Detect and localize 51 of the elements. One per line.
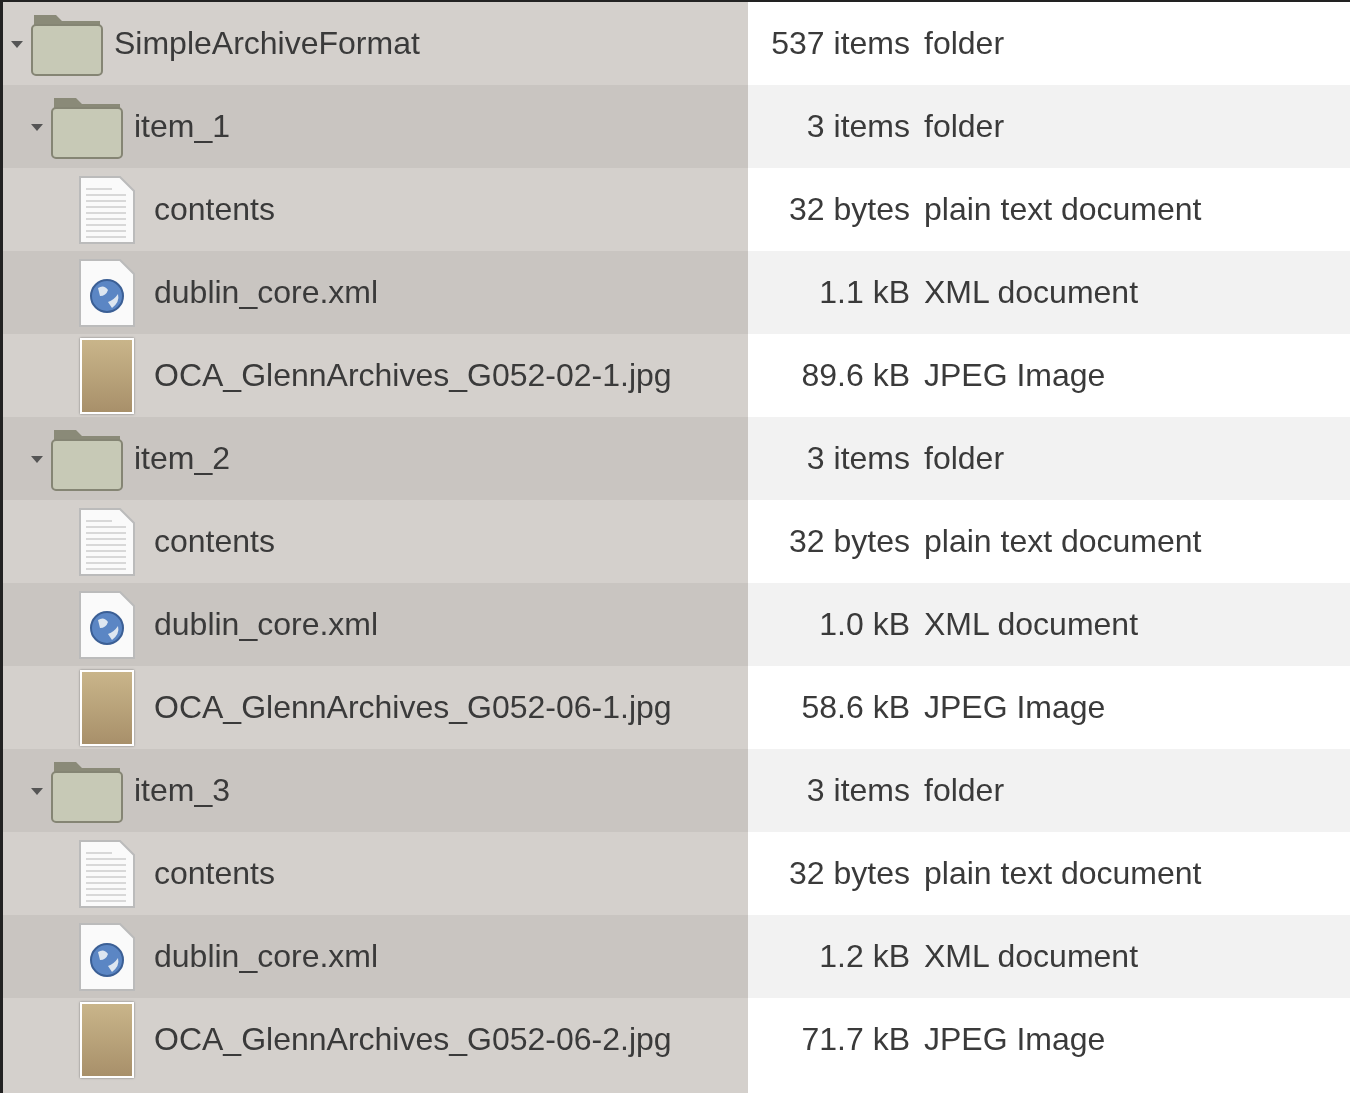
file-name: contents xyxy=(154,855,275,892)
document-icon xyxy=(77,838,136,909)
file-type: plain text document xyxy=(924,855,1203,892)
file-type: JPEG Image xyxy=(924,357,1107,394)
file-type: folder xyxy=(924,772,1006,809)
globe-document-icon xyxy=(77,589,136,660)
document-icon xyxy=(77,506,136,577)
file-name: OCA_GlennArchives_G052-06-1.jpg xyxy=(154,689,672,726)
file-type: JPEG Image xyxy=(924,1021,1107,1058)
file-row[interactable]: dublin_core.xml 1.0 kB XML document xyxy=(3,583,1350,666)
file-size: 32 bytes xyxy=(789,191,910,228)
file-row[interactable]: item_2 3 items folder xyxy=(3,417,1350,500)
file-name: item_1 xyxy=(134,108,231,145)
file-size: 537 items xyxy=(771,25,910,62)
file-size: 32 bytes xyxy=(789,855,910,892)
file-size: 1.0 kB xyxy=(819,606,910,643)
file-name: item_2 xyxy=(134,440,231,477)
file-name: contents xyxy=(154,523,275,560)
file-size: 71.7 kB xyxy=(801,1021,910,1058)
file-size: 1.2 kB xyxy=(819,938,910,975)
file-name: item_3 xyxy=(134,772,231,809)
document-icon xyxy=(77,174,136,245)
file-type: plain text document xyxy=(924,191,1203,228)
globe-document-icon xyxy=(77,257,136,328)
file-size: 3 items xyxy=(806,108,910,145)
file-type: folder xyxy=(924,440,1006,477)
file-size: 58.6 kB xyxy=(801,689,910,726)
file-name: SimpleArchiveFormat xyxy=(114,25,420,62)
file-name: OCA_GlennArchives_G052-06-2.jpg xyxy=(154,1021,672,1058)
file-size: 3 items xyxy=(806,772,910,809)
file-name: dublin_core.xml xyxy=(154,274,379,311)
file-name: contents xyxy=(154,191,275,228)
file-name: dublin_core.xml xyxy=(154,938,379,975)
file-name: OCA_GlennArchives_G052-02-1.jpg xyxy=(154,357,672,394)
file-size: 3 items xyxy=(806,440,910,477)
file-type: XML document xyxy=(924,274,1140,311)
file-type: plain text document xyxy=(924,523,1203,560)
file-type: JPEG Image xyxy=(924,689,1107,726)
file-name: dublin_core.xml xyxy=(154,606,379,643)
file-type: XML document xyxy=(924,606,1140,643)
file-row[interactable]: item_3 3 items folder xyxy=(3,749,1350,832)
file-row[interactable]: dublin_core.xml 1.2 kB XML document xyxy=(3,915,1350,998)
file-size: 89.6 kB xyxy=(801,357,910,394)
file-type: folder xyxy=(924,108,1006,145)
globe-document-icon xyxy=(77,921,136,992)
file-size: 32 bytes xyxy=(789,523,910,560)
file-row[interactable]: dublin_core.xml 1.1 kB XML document xyxy=(3,251,1350,334)
file-type: folder xyxy=(924,25,1006,62)
file-type: XML document xyxy=(924,938,1140,975)
file-row[interactable]: item_1 3 items folder xyxy=(3,85,1350,168)
file-size: 1.1 kB xyxy=(819,274,910,311)
